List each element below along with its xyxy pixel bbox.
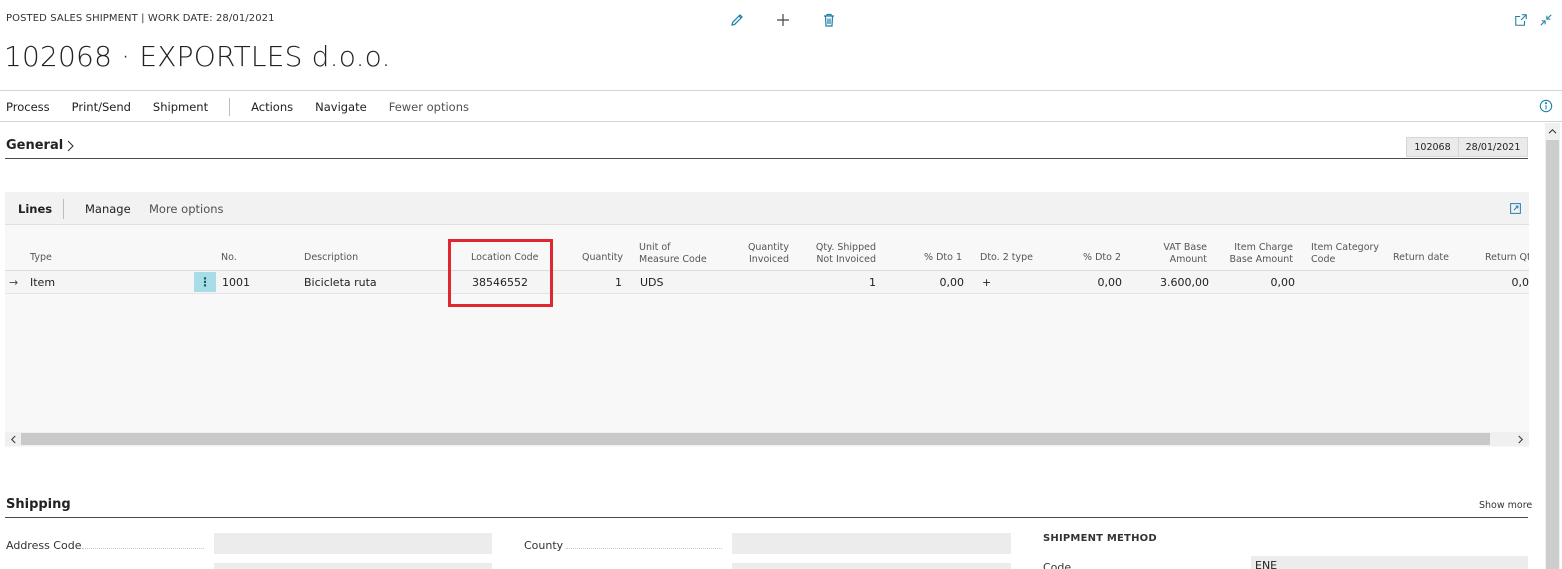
lines-tab[interactable]: Lines — [18, 202, 52, 216]
col-header-uom[interactable]: Unit of Measure Code — [639, 242, 707, 266]
cell-return-qty[interactable]: 0,0 — [1500, 276, 1530, 289]
col-header-vat-line2: Amount — [1169, 254, 1207, 265]
col-header-quantity[interactable]: Quantity — [582, 252, 623, 264]
col-header-dto2-type[interactable]: Dto. 2 type — [980, 252, 1033, 264]
col-header-vat-base-amount[interactable]: VAT Base Amount — [1150, 242, 1207, 266]
general-chip-date: 28/01/2021 — [1458, 137, 1528, 157]
action-shipment[interactable]: Shipment — [153, 100, 208, 114]
cell-item-charge-base-amount[interactable]: 0,00 — [1245, 276, 1296, 289]
lines-manage[interactable]: Manage — [85, 202, 131, 216]
county-label: County — [524, 539, 564, 552]
open-new-window-icon[interactable] — [1514, 13, 1530, 29]
col-header-description[interactable]: Description — [304, 252, 358, 264]
shipping-title[interactable]: Shipping — [6, 497, 71, 512]
county-leader — [566, 548, 722, 549]
collapse-icon[interactable] — [1539, 13, 1555, 29]
col-header-qty-shipped-line1: Qty. Shipped — [815, 242, 876, 253]
shipment-method-caption: SHIPMENT METHOD — [1043, 533, 1157, 544]
action-actions[interactable]: Actions — [251, 100, 293, 114]
county-field[interactable] — [732, 533, 1011, 554]
col-header-return-qty[interactable]: Return Qt — [1485, 252, 1529, 264]
col-header-qty-invoiced-line1: Quantity — [747, 242, 789, 253]
lines-toolbar-separator — [63, 199, 64, 219]
cell-uom[interactable]: UDS — [640, 276, 664, 289]
col-header-charge-line1: Item Charge — [1234, 242, 1293, 253]
general-section-header[interactable]: General — [6, 138, 74, 153]
row-bottom-border — [5, 293, 1529, 294]
cell-vat-base-amount[interactable]: 3.600,00 — [1140, 276, 1209, 289]
col-header-vat-line1: VAT Base — [1163, 242, 1207, 253]
actionbar-divider — [0, 121, 1562, 122]
col-header-type[interactable]: Type — [30, 252, 52, 264]
address-field-2[interactable] — [214, 563, 492, 569]
cell-no[interactable]: 1001 — [222, 276, 250, 289]
scroll-up-arrow-icon[interactable] — [1545, 124, 1560, 138]
col-header-dto2[interactable]: % Dto 2 — [1076, 252, 1121, 264]
vertical-scroll-thumb[interactable] — [1546, 140, 1559, 569]
address-code-field[interactable] — [214, 533, 492, 554]
general-chip-number: 102068 — [1406, 137, 1459, 157]
address-code-label: Address Code — [6, 539, 82, 552]
cell-dto2[interactable]: 0,00 — [1075, 276, 1123, 289]
col-header-dto1[interactable]: % Dto 1 — [917, 252, 962, 264]
col-header-charge-line2: Base Amount — [1229, 254, 1294, 265]
cell-dto2-type[interactable]: + — [982, 276, 991, 289]
lines-panel — [5, 192, 1529, 447]
code-label: Code — [1043, 561, 1072, 569]
action-print-send[interactable]: Print/Send — [72, 100, 131, 114]
col-header-qty-invoiced-line2: Invoiced — [749, 254, 789, 265]
action-separator — [229, 98, 231, 116]
col-header-return-date[interactable]: Return date — [1393, 252, 1449, 264]
expand-icon[interactable] — [1509, 202, 1523, 216]
action-navigate[interactable]: Navigate — [315, 100, 367, 114]
scroll-right-arrow-icon[interactable] — [1513, 432, 1527, 446]
cell-description[interactable]: Bicicleta ruta — [304, 276, 377, 289]
horizontal-scroll-thumb[interactable] — [21, 433, 1490, 445]
edit-icon[interactable] — [727, 10, 747, 30]
col-header-item-category-code[interactable]: Item Category Code — [1311, 242, 1379, 266]
cell-dto1[interactable]: 0,00 — [917, 276, 965, 289]
action-process[interactable]: Process — [6, 100, 50, 114]
lines-more-options[interactable]: More options — [149, 202, 224, 216]
general-title: General — [6, 138, 64, 153]
county-field-2[interactable] — [732, 563, 1011, 569]
action-bar: Process Print/Send Shipment Actions Navi… — [6, 98, 491, 116]
scroll-left-arrow-icon[interactable] — [6, 432, 20, 446]
col-header-uom-line2: Measure Code — [639, 254, 707, 265]
col-header-qty-shipped-line2: Not Invoiced — [816, 254, 876, 265]
cell-quantity[interactable]: 1 — [582, 276, 622, 289]
address-code-leader — [82, 548, 204, 549]
code-field[interactable]: ENE — [1251, 556, 1528, 569]
cell-type[interactable]: Item — [30, 276, 55, 289]
col-header-item-charge-base-amount[interactable]: Item Charge Base Amount — [1228, 242, 1294, 266]
page-caption: POSTED SALES SHIPMENT | WORK DATE: 28/01… — [6, 13, 275, 24]
info-icon[interactable] — [1539, 99, 1553, 113]
col-header-category-line2: Code — [1311, 254, 1336, 265]
col-header-no[interactable]: No. — [221, 252, 237, 264]
cell-qty-shipped-not-invoiced[interactable]: 1 — [836, 276, 876, 289]
col-header-qty-invoiced[interactable]: Quantity Invoiced — [740, 242, 789, 266]
header-divider — [0, 90, 1562, 91]
col-header-category-line1: Item Category — [1311, 242, 1380, 253]
location-code-highlight — [448, 239, 553, 307]
general-underline — [5, 158, 1528, 159]
delete-icon[interactable] — [819, 10, 839, 30]
lines-toolbar — [5, 192, 1529, 225]
new-icon[interactable] — [773, 10, 793, 30]
page-title: 102068 · EXPORTLES d.o.o. — [4, 40, 391, 73]
col-header-qty-shipped-not-invoiced[interactable]: Qty. Shipped Not Invoiced — [806, 242, 876, 266]
chevron-right-icon — [67, 140, 74, 151]
shipping-underline — [5, 517, 1528, 518]
row-menu-button[interactable]: ⋮ — [194, 272, 216, 292]
col-header-uom-line1: Unit of — [639, 242, 671, 253]
row-current-arrow-icon: → — [9, 276, 19, 289]
show-more-link[interactable]: Show more — [1479, 500, 1532, 511]
action-fewer-options[interactable]: Fewer options — [389, 100, 469, 114]
